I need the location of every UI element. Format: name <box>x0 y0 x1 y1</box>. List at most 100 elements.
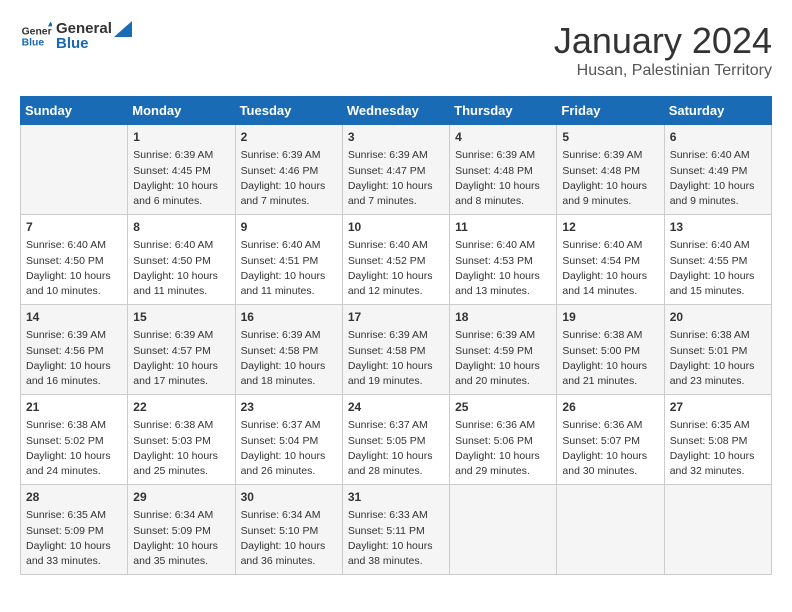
day-number: 31 <box>348 489 444 506</box>
cell-info-line: Sunset: 5:10 PM <box>241 524 337 539</box>
cell-info-line: Sunrise: 6:39 AM <box>133 328 229 343</box>
calendar-week-row: 7Sunrise: 6:40 AMSunset: 4:50 PMDaylight… <box>21 215 772 305</box>
cell-info-line: Sunrise: 6:40 AM <box>348 238 444 253</box>
day-number: 24 <box>348 399 444 416</box>
cell-info-line: Sunrise: 6:36 AM <box>455 418 551 433</box>
calendar-cell: 5Sunrise: 6:39 AMSunset: 4:48 PMDaylight… <box>557 125 664 215</box>
cell-info-line: Sunrise: 6:40 AM <box>241 238 337 253</box>
cell-info-line: Sunset: 4:58 PM <box>241 344 337 359</box>
cell-info-line: Daylight: 10 hours <box>562 449 658 464</box>
title-block: January 2024 Husan, Palestinian Territor… <box>554 20 772 80</box>
calendar-cell: 29Sunrise: 6:34 AMSunset: 5:09 PMDayligh… <box>128 485 235 575</box>
cell-info-line: and 19 minutes. <box>348 374 444 389</box>
cell-info-line: Sunrise: 6:39 AM <box>348 328 444 343</box>
cell-info-line: Daylight: 10 hours <box>562 179 658 194</box>
svg-text:General: General <box>22 26 52 37</box>
cell-info-line: and 36 minutes. <box>241 554 337 569</box>
cell-info-line: Sunset: 4:52 PM <box>348 254 444 269</box>
location-subtitle: Husan, Palestinian Territory <box>554 62 772 80</box>
calendar-cell: 6 Sunrise: 6:40 AMSunset: 4:49 PMDaylight… <box>664 125 771 215</box>
cell-info-line: Sunset: 4:56 PM <box>26 344 122 359</box>
cell-info-line: and 8 minutes. <box>455 194 551 209</box>
day-header-monday: Monday <box>128 97 235 125</box>
cell-info-line: Daylight: 10 hours <box>348 179 444 194</box>
day-number: 6 <box>670 129 766 146</box>
cell-info-line: Daylight: 10 hours <box>133 179 229 194</box>
day-number: 23 <box>241 399 337 416</box>
cell-info-line: Sunrise: 6:33 AM <box>348 508 444 523</box>
calendar-cell: 23Sunrise: 6:37 AMSunset: 5:04 PMDayligh… <box>235 395 342 485</box>
calendar-cell: 8Sunrise: 6:40 AMSunset: 4:50 PMDaylight… <box>128 215 235 305</box>
cell-info-line: Sunset: 4:59 PM <box>455 344 551 359</box>
cell-info-line: and 11 minutes. <box>241 284 337 299</box>
calendar-cell: 4Sunrise: 6:39 AMSunset: 4:48 PMDaylight… <box>450 125 557 215</box>
cell-info-line: Daylight: 10 hours <box>670 269 766 284</box>
cell-info-line: Daylight: 10 hours <box>241 269 337 284</box>
cell-info-line: Sunrise: 6:39 AM <box>455 148 551 163</box>
calendar-cell: 28Sunrise: 6:35 AMSunset: 5:09 PMDayligh… <box>21 485 128 575</box>
calendar-cell: 11Sunrise: 6:40 AMSunset: 4:53 PMDayligh… <box>450 215 557 305</box>
cell-info-line: Sunset: 5:11 PM <box>348 524 444 539</box>
cell-info-line: Sunrise: 6:40 AM <box>133 238 229 253</box>
logo-triangle-icon <box>114 21 132 37</box>
calendar-cell: 16Sunrise: 6:39 AMSunset: 4:58 PMDayligh… <box>235 305 342 395</box>
cell-info-line: Daylight: 10 hours <box>670 179 766 194</box>
cell-info-line: Daylight: 10 hours <box>26 269 122 284</box>
cell-info-line: Sunrise: 6:34 AM <box>241 508 337 523</box>
cell-info-line: Sunset: 4:50 PM <box>133 254 229 269</box>
cell-info-line: Sunrise: 6:40 AM <box>670 238 766 253</box>
day-number: 29 <box>133 489 229 506</box>
cell-info-line: Daylight: 10 hours <box>348 269 444 284</box>
day-number: 1 <box>133 129 229 146</box>
day-number: 7 <box>26 219 122 236</box>
cell-info-line: Daylight: 10 hours <box>133 539 229 554</box>
calendar-cell: 20Sunrise: 6:38 AMSunset: 5:01 PMDayligh… <box>664 305 771 395</box>
cell-info-line: and 17 minutes. <box>133 374 229 389</box>
day-number: 18 <box>455 309 551 326</box>
calendar-cell: 2Sunrise: 6:39 AMSunset: 4:46 PMDaylight… <box>235 125 342 215</box>
day-number: 15 <box>133 309 229 326</box>
cell-info-line: Daylight: 10 hours <box>562 359 658 374</box>
cell-info-line: Sunset: 4:53 PM <box>455 254 551 269</box>
cell-info-line: and 30 minutes. <box>562 464 658 479</box>
cell-info-line: Sunrise: 6:34 AM <box>133 508 229 523</box>
cell-info-line: Sunset: 4:49 PM <box>670 164 766 179</box>
cell-info-line: and 16 minutes. <box>26 374 122 389</box>
cell-info-line: and 28 minutes. <box>348 464 444 479</box>
cell-info-line: Daylight: 10 hours <box>133 359 229 374</box>
cell-info-line: and 25 minutes. <box>133 464 229 479</box>
cell-info-line: Sunrise: 6:39 AM <box>455 328 551 343</box>
calendar-cell: 3Sunrise: 6:39 AMSunset: 4:47 PMDaylight… <box>342 125 449 215</box>
month-year-title: January 2024 <box>554 20 772 62</box>
cell-info-line: and 13 minutes. <box>455 284 551 299</box>
cell-info-line: Sunrise: 6:40 AM <box>670 148 766 163</box>
cell-info-line: Sunset: 4:51 PM <box>241 254 337 269</box>
day-number: 28 <box>26 489 122 506</box>
cell-info-line: and 14 minutes. <box>562 284 658 299</box>
calendar-cell: 26Sunrise: 6:36 AMSunset: 5:07 PMDayligh… <box>557 395 664 485</box>
cell-info-line: Daylight: 10 hours <box>241 359 337 374</box>
cell-info-line: Sunset: 4:54 PM <box>562 254 658 269</box>
day-number: 14 <box>26 309 122 326</box>
logo-icon: General Blue <box>20 20 52 52</box>
cell-info-line: Daylight: 10 hours <box>348 449 444 464</box>
cell-info-line: Daylight: 10 hours <box>670 359 766 374</box>
calendar-cell: 13Sunrise: 6:40 AMSunset: 4:55 PMDayligh… <box>664 215 771 305</box>
cell-info-line: Sunrise: 6:35 AM <box>670 418 766 433</box>
cell-info-line: and 6 minutes. <box>133 194 229 209</box>
calendar-week-row: 21Sunrise: 6:38 AMSunset: 5:02 PMDayligh… <box>21 395 772 485</box>
logo: General Blue General Blue <box>20 20 132 52</box>
day-number: 11 <box>455 219 551 236</box>
calendar-week-row: 1Sunrise: 6:39 AMSunset: 4:45 PMDaylight… <box>21 125 772 215</box>
day-header-sunday: Sunday <box>21 97 128 125</box>
cell-info-line: and 11 minutes. <box>133 284 229 299</box>
cell-info-line: and 9 minutes. <box>562 194 658 209</box>
cell-info-line: Daylight: 10 hours <box>241 539 337 554</box>
cell-info-line: Sunset: 5:04 PM <box>241 434 337 449</box>
cell-info-line: and 23 minutes. <box>670 374 766 389</box>
day-number: 12 <box>562 219 658 236</box>
day-number: 21 <box>26 399 122 416</box>
cell-info-line: Sunrise: 6:40 AM <box>562 238 658 253</box>
calendar-cell <box>664 485 771 575</box>
cell-info-line: and 26 minutes. <box>241 464 337 479</box>
